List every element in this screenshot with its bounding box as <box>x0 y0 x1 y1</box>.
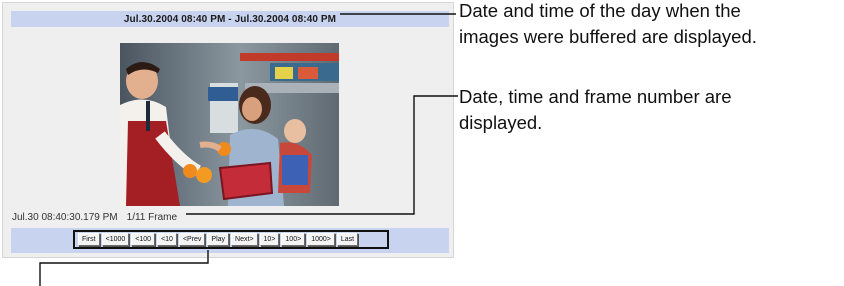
navigation-callout-line <box>39 250 209 286</box>
frame-info-callout-line <box>186 95 458 215</box>
header-callout-line2: images were buffered are displayed. <box>459 26 757 47</box>
header-callout-text: Date and time of the day when the images… <box>459 0 757 50</box>
frame-callout-text: Date, time and frame number are displaye… <box>459 84 732 136</box>
frame-callout-line2: displayed. <box>459 112 543 133</box>
header-callout-line1: Date and time of the day when the <box>459 0 741 21</box>
frame-callout-line1: Date, time and frame number are <box>459 86 732 107</box>
